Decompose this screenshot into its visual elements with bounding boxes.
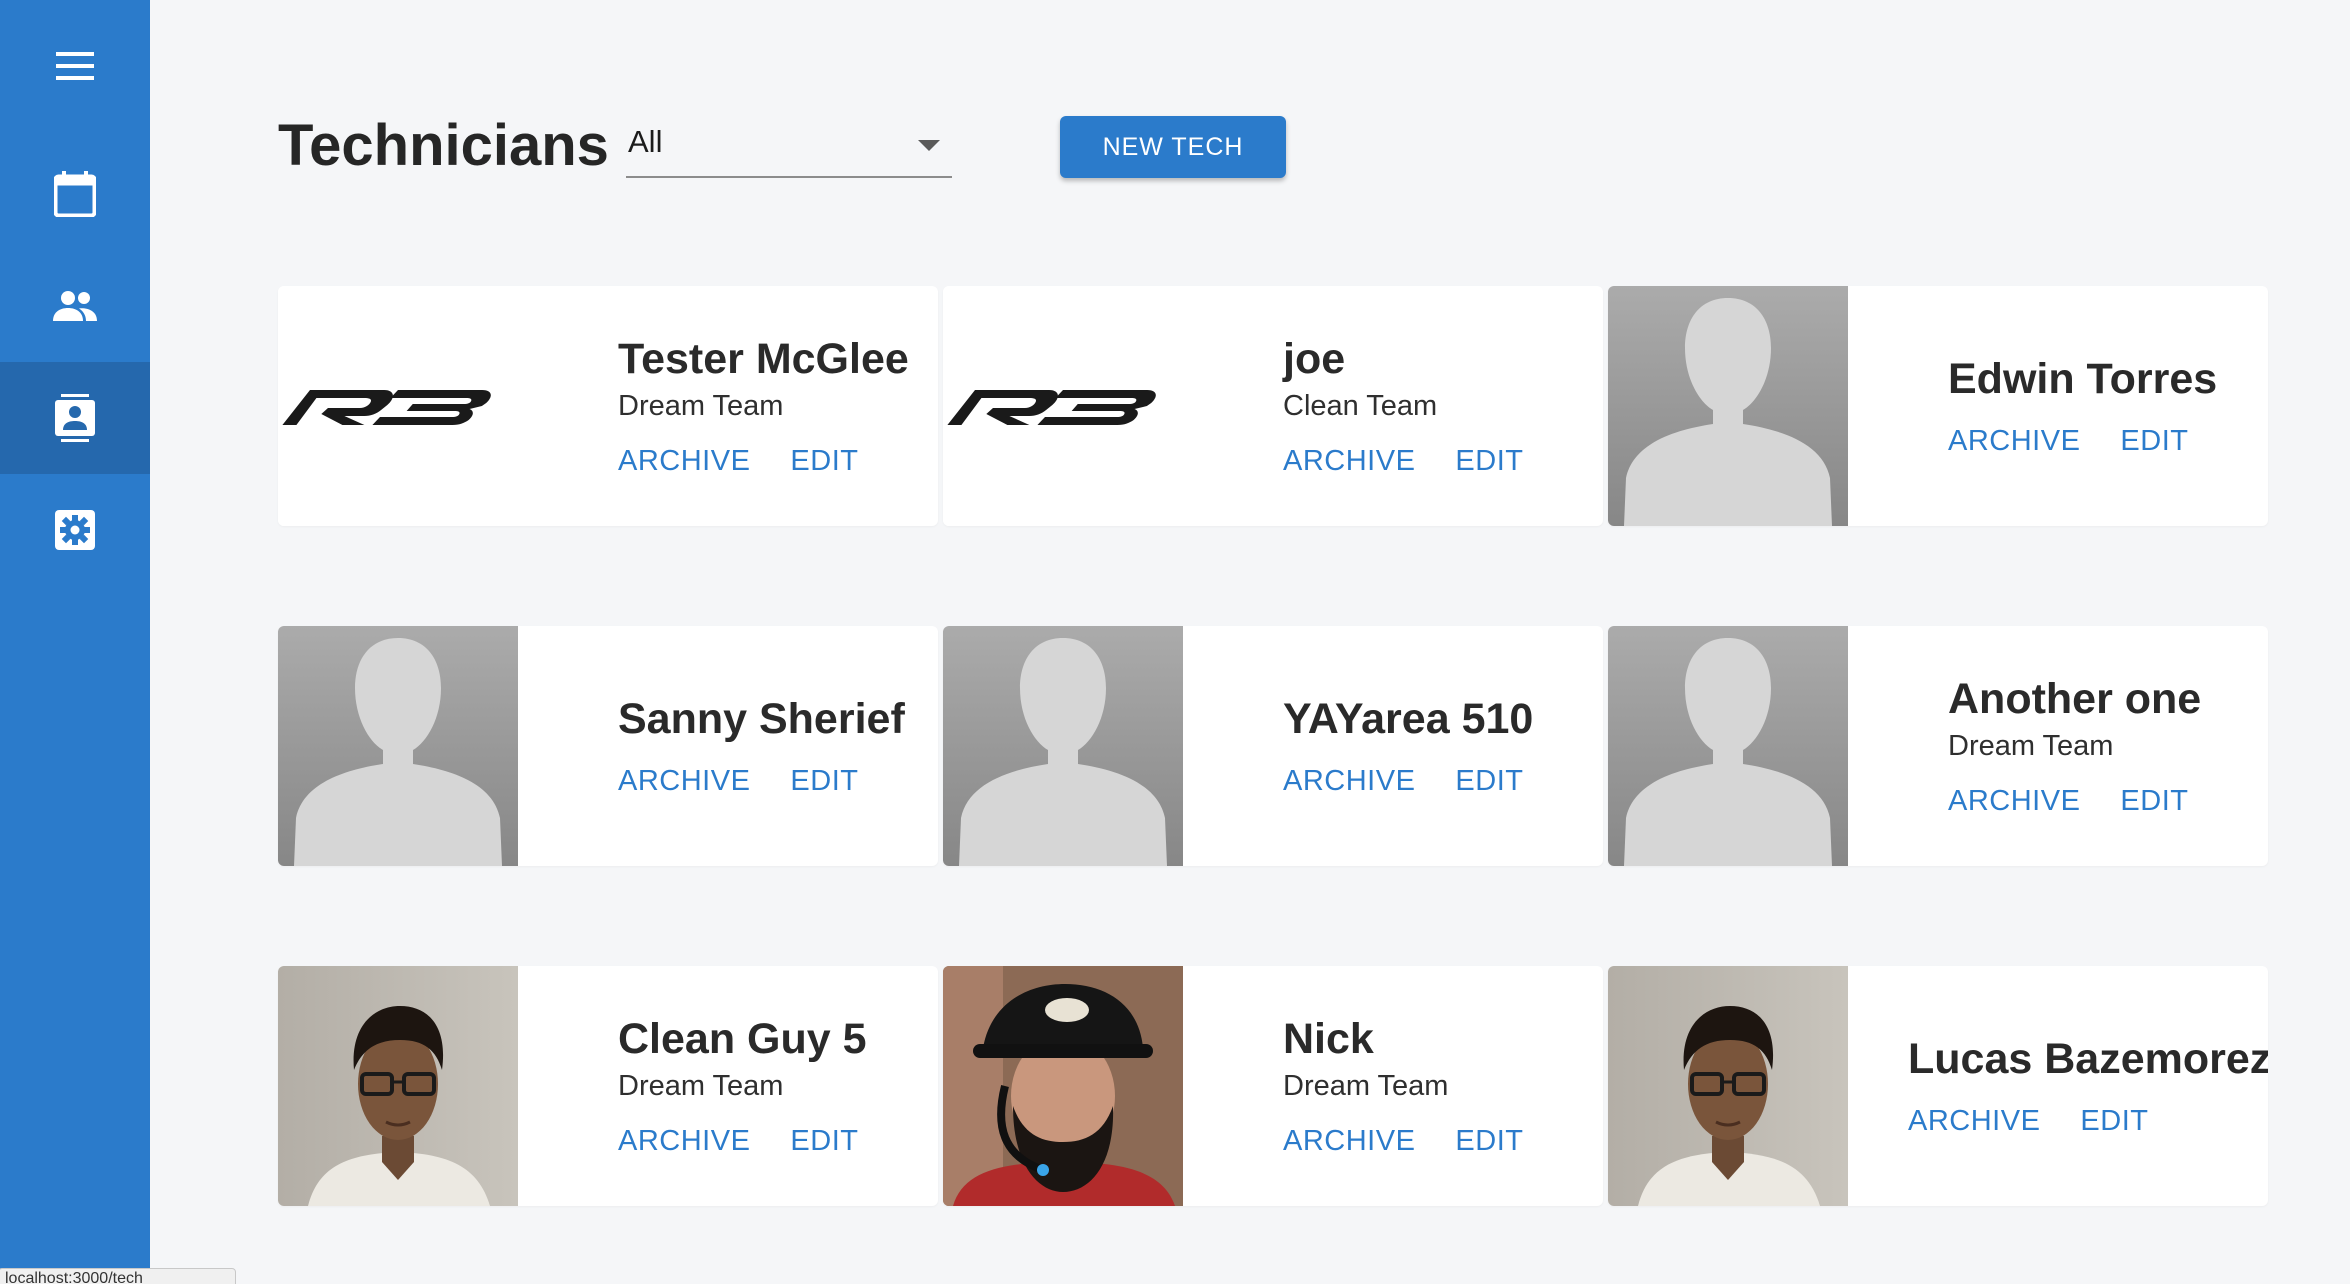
- technician-info: Edwin Torres ARCHIVE EDIT: [1948, 286, 2217, 526]
- archive-button[interactable]: ARCHIVE: [618, 763, 750, 799]
- archive-button[interactable]: ARCHIVE: [1283, 1123, 1415, 1159]
- technician-info: Clean Guy 5 Dream Team ARCHIVE EDIT: [618, 966, 867, 1206]
- card-actions: ARCHIVE EDIT: [618, 763, 905, 799]
- page-title: Technicians: [278, 113, 609, 178]
- edit-button[interactable]: EDIT: [1455, 763, 1523, 799]
- contact-card-icon: [55, 394, 95, 442]
- technician-info: YAYarea 510 ARCHIVE EDIT: [1283, 626, 1533, 866]
- avatar: [1608, 286, 1848, 526]
- archive-button[interactable]: ARCHIVE: [1948, 783, 2080, 819]
- archive-button[interactable]: ARCHIVE: [1908, 1103, 2040, 1139]
- calendar-icon: [54, 171, 96, 217]
- technician-card: Another one Dream Team ARCHIVE EDIT: [1608, 626, 2268, 866]
- technician-card: Clean Guy 5 Dream Team ARCHIVE EDIT: [278, 966, 938, 1206]
- menu-button[interactable]: [0, 10, 150, 122]
- technician-info: Sanny Sherief ARCHIVE EDIT: [618, 626, 905, 866]
- edit-button[interactable]: EDIT: [2120, 423, 2188, 459]
- technician-team: Dream Team: [618, 1070, 784, 1102]
- new-tech-button[interactable]: NEW TECH: [1060, 116, 1286, 178]
- technician-card: Lucas Bazemorez ARCHIVE EDIT: [1608, 966, 2268, 1206]
- avatar: [278, 966, 518, 1206]
- technician-name: Another one: [1948, 675, 2202, 723]
- technician-name: Clean Guy 5: [618, 1015, 867, 1063]
- card-actions: ARCHIVE EDIT: [1283, 763, 1533, 799]
- avatar-placeholder-icon: [278, 626, 518, 866]
- technician-name: Tester McGlee: [618, 335, 909, 383]
- avatar-placeholder-icon: [1608, 286, 1848, 526]
- avatar: [1608, 626, 1848, 866]
- archive-button[interactable]: ARCHIVE: [618, 443, 750, 479]
- card-actions: ARCHIVE EDIT: [618, 443, 909, 479]
- technician-card: Sanny Sherief ARCHIVE EDIT: [278, 626, 938, 866]
- people-icon: [53, 291, 97, 321]
- archive-button[interactable]: ARCHIVE: [618, 1123, 750, 1159]
- avatar: [943, 626, 1183, 866]
- card-actions: ARCHIVE EDIT: [1283, 1123, 1523, 1159]
- team-filter-value: All: [628, 124, 663, 159]
- avatar: [943, 286, 1183, 526]
- edit-button[interactable]: EDIT: [790, 763, 858, 799]
- technician-name: joe: [1283, 335, 1346, 383]
- technician-name: Sanny Sherief: [618, 695, 905, 743]
- technician-team: Dream Team: [618, 390, 784, 422]
- sidebar-item-technicians[interactable]: [0, 362, 150, 474]
- r3-logo-icon: [943, 286, 1183, 526]
- edit-button[interactable]: EDIT: [790, 1123, 858, 1159]
- edit-button[interactable]: EDIT: [2080, 1103, 2148, 1139]
- avatar-placeholder-icon: [943, 626, 1183, 866]
- technician-team: Dream Team: [1948, 730, 2114, 762]
- technician-card: joe Clean Team ARCHIVE EDIT: [943, 286, 1603, 526]
- technician-info: Nick Dream Team ARCHIVE EDIT: [1283, 966, 1523, 1206]
- technician-name: YAYarea 510: [1283, 695, 1534, 743]
- card-actions: ARCHIVE EDIT: [1908, 1103, 2268, 1139]
- team-filter-select[interactable]: All: [626, 118, 952, 178]
- sidebar-item-settings[interactable]: [0, 474, 150, 586]
- technician-info: Another one Dream Team ARCHIVE EDIT: [1948, 626, 2201, 866]
- r3-logo-icon: [278, 286, 518, 526]
- settings-icon: [55, 510, 95, 550]
- avatar: [278, 286, 518, 526]
- technician-info: Tester McGlee Dream Team ARCHIVE EDIT: [618, 286, 909, 526]
- technician-name: Nick: [1283, 1015, 1374, 1063]
- archive-button[interactable]: ARCHIVE: [1948, 423, 2080, 459]
- card-actions: ARCHIVE EDIT: [618, 1123, 867, 1159]
- edit-button[interactable]: EDIT: [1455, 1123, 1523, 1159]
- sidebar: [0, 0, 150, 1284]
- avatar: [1608, 966, 1848, 1206]
- avatar-photo: [278, 966, 518, 1206]
- avatar-photo: [943, 966, 1183, 1206]
- technician-info: joe Clean Team ARCHIVE EDIT: [1283, 286, 1523, 526]
- technician-name: Edwin Torres: [1948, 355, 2218, 403]
- technician-card: Tester McGlee Dream Team ARCHIVE EDIT: [278, 286, 938, 526]
- card-actions: ARCHIVE EDIT: [1948, 423, 2217, 459]
- technician-name: Lucas Bazemorez: [1908, 1035, 2268, 1083]
- card-actions: ARCHIVE EDIT: [1283, 443, 1523, 479]
- archive-button[interactable]: ARCHIVE: [1283, 443, 1415, 479]
- technician-team: Clean Team: [1283, 390, 1438, 422]
- edit-button[interactable]: EDIT: [2120, 783, 2188, 819]
- technician-info: Lucas Bazemorez ARCHIVE EDIT: [1908, 966, 2268, 1206]
- technician-card: Nick Dream Team ARCHIVE EDIT: [943, 966, 1603, 1206]
- avatar-placeholder-icon: [1608, 626, 1848, 866]
- sidebar-item-people[interactable]: [0, 250, 150, 362]
- edit-button[interactable]: EDIT: [790, 443, 858, 479]
- menu-icon: [56, 52, 94, 80]
- sidebar-item-calendar[interactable]: [0, 138, 150, 250]
- avatar: [278, 626, 518, 866]
- avatar-photo: [1608, 966, 1848, 1206]
- avatar: [943, 966, 1183, 1206]
- technician-card: YAYarea 510 ARCHIVE EDIT: [943, 626, 1603, 866]
- technician-team: Dream Team: [1283, 1070, 1449, 1102]
- edit-button[interactable]: EDIT: [1455, 443, 1523, 479]
- status-bar-url: localhost:3000/tech: [0, 1268, 236, 1284]
- technician-card: Edwin Torres ARCHIVE EDIT: [1608, 286, 2268, 526]
- archive-button[interactable]: ARCHIVE: [1283, 763, 1415, 799]
- card-actions: ARCHIVE EDIT: [1948, 783, 2201, 819]
- caret-down-icon: [918, 140, 940, 151]
